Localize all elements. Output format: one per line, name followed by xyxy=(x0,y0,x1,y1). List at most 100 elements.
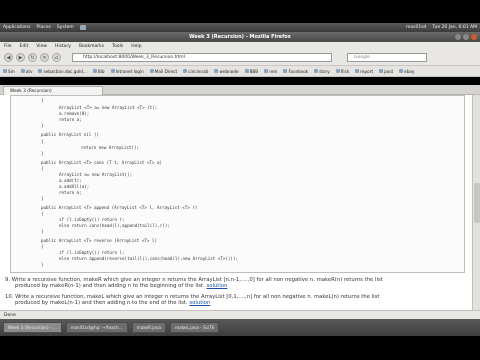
code-line: a.addAll(a); xyxy=(59,184,90,189)
code-line: if (l.isEmpty()) return l; xyxy=(59,250,125,255)
code-line: return new ArrayList(); xyxy=(81,145,139,150)
close-icon[interactable] xyxy=(471,34,477,40)
bookmark-item[interactable]: flick xyxy=(335,69,349,74)
bookmark-item[interactable]: sebastian.doc.gold... xyxy=(38,69,87,74)
bookmark-item[interactable]: cincinnati xyxy=(183,69,208,74)
problem-text: produced by makeR(n-1) and then adding n… xyxy=(15,283,205,289)
stop-icon[interactable]: ✕ xyxy=(40,53,49,62)
status-text: Done xyxy=(4,312,16,318)
bookmark-item[interactable]: Sm xyxy=(3,69,15,74)
code-line: else return cons(head(l),append(tail(l),… xyxy=(59,223,170,228)
search-input[interactable]: Google xyxy=(347,53,427,62)
bookmark-item[interactable]: webnode xyxy=(214,69,239,74)
launcher-icon[interactable] xyxy=(79,25,86,30)
bookmark-item[interactable]: report xyxy=(355,69,373,74)
code-line: { xyxy=(41,139,44,144)
bookmark-item[interactable]: Bib xyxy=(92,69,105,74)
taskbar: Week 3 (Recursion) - ... mas01sd@hp: ~/t… xyxy=(0,319,480,336)
bookmark-icon xyxy=(283,69,288,73)
menu-tools[interactable]: Tools xyxy=(112,44,123,49)
taskbar-item[interactable]: mas01sd@hp: ~/teach... xyxy=(65,322,128,333)
code-line: public ArrayList <T> append (ArrayList <… xyxy=(41,205,198,210)
bookmark-icon xyxy=(38,69,43,73)
solution-link[interactable]: solution xyxy=(206,283,227,289)
code-line: public ArrayList <T> cons (T t, ArrayLis… xyxy=(41,160,163,165)
back-icon[interactable]: ◀ xyxy=(4,53,13,62)
bookmark-icon xyxy=(92,69,97,73)
bookmark-icon xyxy=(214,69,219,73)
url-input[interactable]: http://localhost:8000/Week_3_Recursion.h… xyxy=(72,53,332,62)
code-line: } xyxy=(41,151,44,156)
code-line: } xyxy=(41,123,44,128)
menu-file[interactable]: File xyxy=(4,44,12,49)
navigation-toolbar: ◀ ▶ ↻ ✕ ⌂ http://localhost:8000/Week_3_R… xyxy=(0,50,480,66)
code-line: return a; xyxy=(59,117,82,122)
code-line: ArrayList <T> a= new ArrayList <T> (t); xyxy=(59,105,158,110)
minimize-icon[interactable] xyxy=(455,34,461,40)
bookmark-icon xyxy=(183,69,188,73)
code-line: { xyxy=(41,211,44,216)
tab-bar: Week 3 (Recursion) xyxy=(0,85,480,95)
vertical-scrollbar[interactable] xyxy=(472,95,480,310)
home-icon[interactable]: ⌂ xyxy=(52,53,61,62)
bookmark-icon xyxy=(355,69,360,73)
bookmark-item[interactable]: BBB xyxy=(244,69,258,74)
code-line: a.remove(0); xyxy=(59,111,90,116)
bookmark-icon xyxy=(399,69,404,73)
bookmarks-toolbar: Sm atv sebastian.doc.gold... Bib Intrane… xyxy=(0,66,480,77)
tab-week3[interactable]: Week 3 (Recursion) xyxy=(3,86,103,95)
reload-icon[interactable]: ↻ xyxy=(28,53,37,62)
code-line: ArrayList a= new ArrayList(); xyxy=(59,172,133,177)
taskbar-item[interactable]: Week 3 (Recursion) - ... xyxy=(3,322,62,333)
window-title: Week 3 (Recursion) - Mozilla Firefox xyxy=(0,32,480,42)
bookmark-item[interactable]: atv xyxy=(20,69,32,74)
system-menu[interactable]: System xyxy=(57,25,74,30)
menu-bookmarks[interactable]: Bookmarks xyxy=(79,44,104,49)
clock[interactable]: Tue 26 Jan, 6:01 AM xyxy=(432,25,477,30)
taskbar-item[interactable]: makeL.java - SciTE xyxy=(170,322,220,333)
code-line: } xyxy=(41,98,44,103)
forward-icon[interactable]: ▶ xyxy=(16,53,25,62)
bookmark-item[interactable]: ebay xyxy=(399,69,414,74)
scrollbar-thumb[interactable] xyxy=(474,183,480,223)
bookmark-item[interactable]: Facebook xyxy=(283,69,308,74)
status-bar: Done xyxy=(0,310,480,319)
problem-text: produced by makeL(n-1) and then adding n… xyxy=(15,300,188,306)
code-line: return a; xyxy=(59,190,82,195)
menu-history[interactable]: History xyxy=(55,44,71,49)
code-line: } xyxy=(41,196,44,201)
code-block: } ArrayList <T> a= new ArrayList <T> (t)… xyxy=(10,95,465,273)
solution-link[interactable]: solution xyxy=(189,300,210,306)
bookmark-icon xyxy=(3,69,7,73)
menu-view[interactable]: View xyxy=(36,44,47,49)
problem-10: 10. Write a recursive function, makeL wh… xyxy=(5,294,379,306)
menu-help[interactable]: Help xyxy=(131,44,141,49)
user-name[interactable]: mas01sd xyxy=(406,25,426,30)
menu-edit[interactable]: Edit xyxy=(20,44,29,49)
window-controls xyxy=(455,34,477,40)
problem-number: 9. xyxy=(5,277,11,283)
places-menu[interactable]: Places xyxy=(37,25,51,30)
code-line: { xyxy=(41,166,44,171)
code-line: } xyxy=(41,262,44,267)
bookmark-item[interactable]: Mail Direct xyxy=(149,69,177,74)
bookmark-item[interactable]: Intranet login xyxy=(110,69,144,74)
taskbar-item[interactable]: makeR.java xyxy=(131,322,167,333)
bookmark-icon xyxy=(379,69,384,73)
apps-menu[interactable]: Applications xyxy=(3,25,31,30)
code-line: { xyxy=(41,244,44,249)
bookmark-item[interactable]: rem xyxy=(264,69,277,74)
code-line: } xyxy=(41,229,44,234)
bookmark-item[interactable]: post xyxy=(379,69,393,74)
code-line: a.add(t); xyxy=(59,178,82,183)
bookmark-icon xyxy=(264,69,269,73)
problem-9: 9. Write a recursive function, makeR whi… xyxy=(5,277,383,289)
bookmark-icon xyxy=(314,69,319,73)
bookmark-icon xyxy=(20,69,25,73)
bookmark-item[interactable]: story xyxy=(314,69,330,74)
page-content: } ArrayList <T> a= new ArrayList <T> (t)… xyxy=(0,95,472,310)
maximize-icon[interactable] xyxy=(463,34,469,40)
code-line: if (l.isEmpty()) return r; xyxy=(59,217,125,222)
code-line: else return append(reverse(tail(l)),cons… xyxy=(59,256,238,261)
code-line: public ArrayList <T> reverse (ArrayList … xyxy=(41,238,157,243)
